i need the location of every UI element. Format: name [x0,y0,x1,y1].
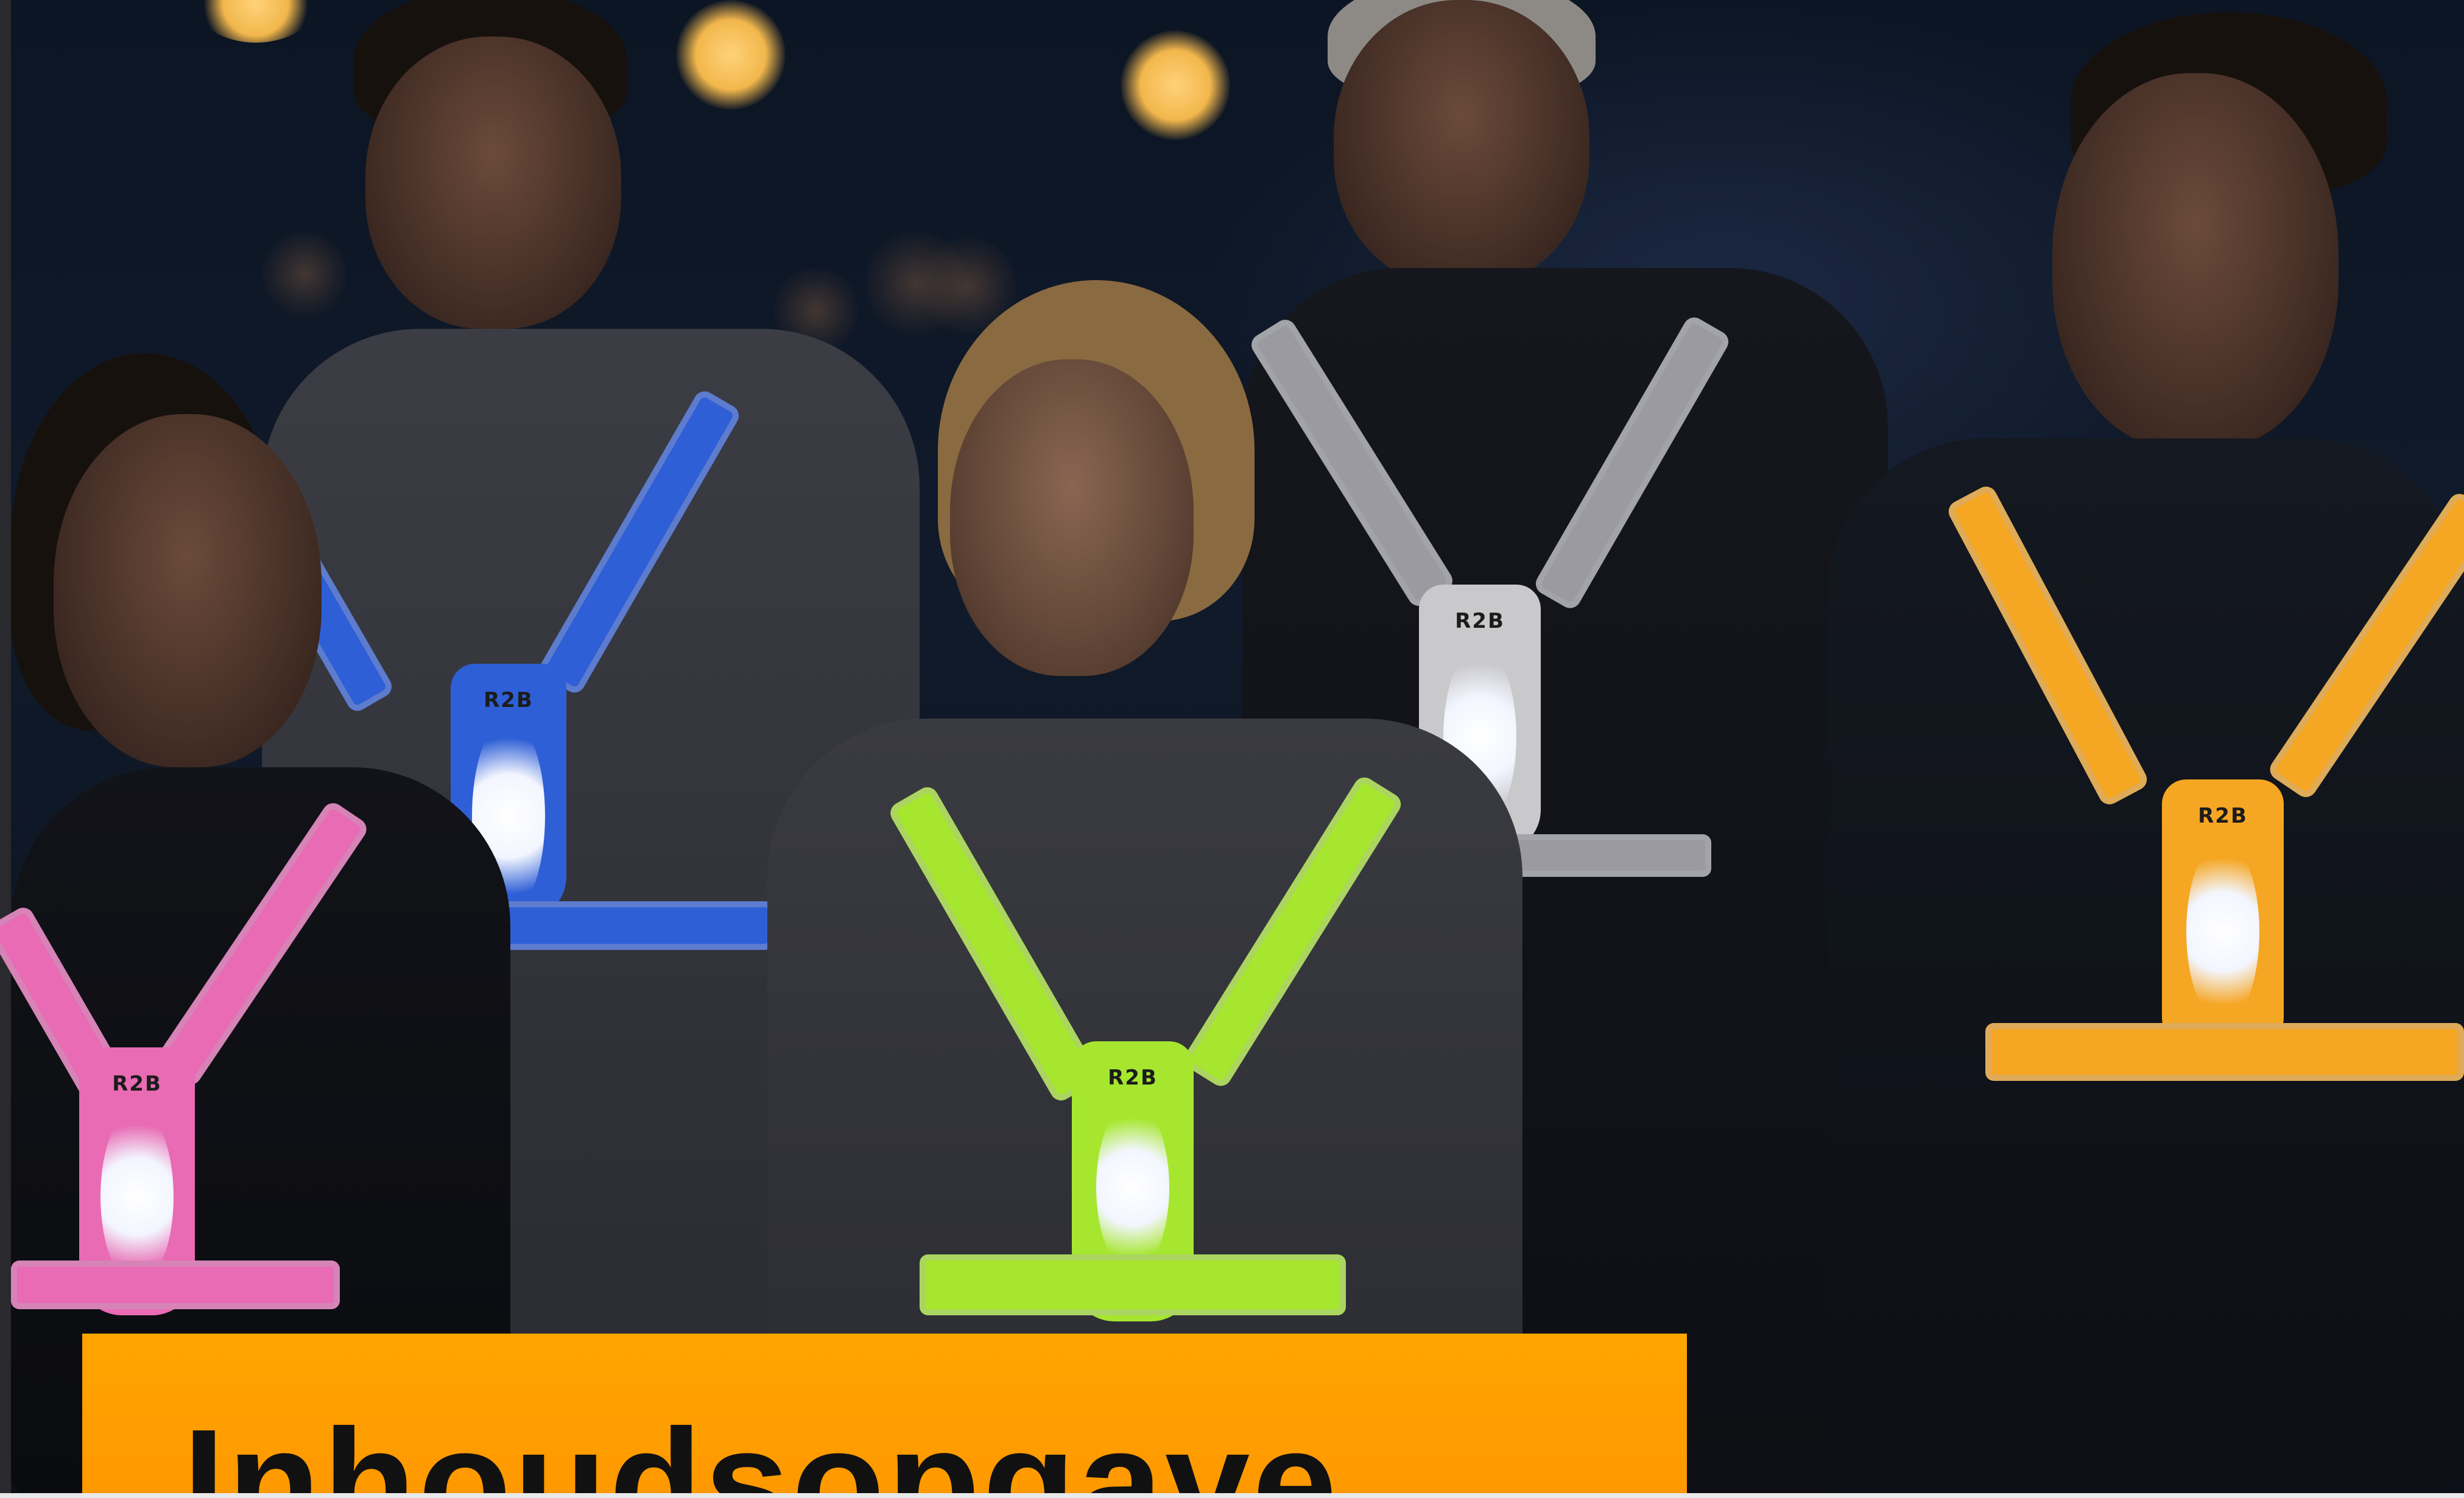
page-title: Inhoudsopgave [183,1398,1340,1498]
bottom-edge-divider [0,1493,2464,1498]
harness-brand-label: R2B [484,688,533,712]
face [950,359,1194,676]
bokeh-light [195,0,317,43]
face [2052,73,2339,451]
torso [1827,438,2464,1498]
harness-belt [1498,834,1711,877]
led-light [1096,1102,1169,1273]
led-light [100,1108,174,1285]
left-edge-divider [0,0,11,1498]
led-light [2186,840,2259,1023]
bokeh-light [262,231,347,317]
face [54,414,322,767]
page: R2B R2B R2B R2B R2B Inhoudsopgave [0,0,2464,1498]
harness-brand-label: R2B [112,1072,162,1096]
face [1334,0,1589,286]
harness-brand-label: R2B [2198,804,2248,828]
face [365,37,621,329]
harness-belt [11,1261,340,1309]
title-banner: Inhoudsopgave [82,1334,1687,1498]
bokeh-light [676,0,786,110]
harness-brand-label: R2B [1108,1066,1158,1090]
bokeh-light [1121,30,1230,140]
harness-brand-label: R2B [1455,609,1505,633]
harness-belt [920,1254,1346,1315]
harness-belt [1985,1023,2464,1081]
